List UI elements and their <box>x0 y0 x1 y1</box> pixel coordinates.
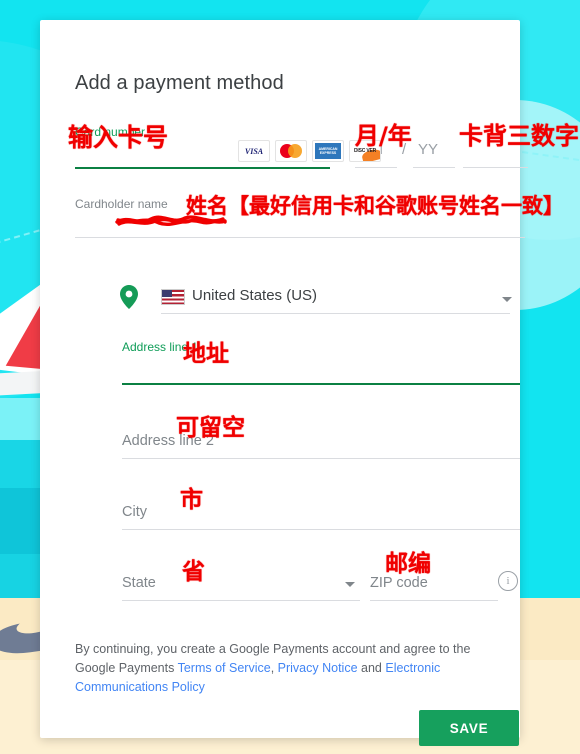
country-underline <box>161 313 510 314</box>
legal-sep1: , <box>270 661 278 675</box>
annotation-expiry: 月/年 <box>355 122 412 150</box>
chevron-down-icon[interactable] <box>502 297 512 302</box>
mastercard-icon <box>275 140 307 162</box>
save-button[interactable]: SAVE <box>419 710 519 746</box>
expiry-year-input[interactable]: YY <box>418 141 438 159</box>
annotation-state: 省 <box>182 559 205 585</box>
annotation-card-number: 输入卡号 <box>68 123 169 152</box>
annotation-address-line2: 可留空 <box>176 415 245 441</box>
legal-text: By continuing, you create a Google Payme… <box>75 640 490 697</box>
us-flag-icon <box>161 289 185 305</box>
annotation-zip: 邮编 <box>385 551 431 577</box>
state-chevron-down-icon[interactable] <box>345 582 355 587</box>
annotation-cvc: 卡背三数字 <box>459 122 579 150</box>
zip-underline <box>370 600 498 601</box>
cardholder-name-underline <box>75 237 525 238</box>
card-number-underline <box>75 167 330 169</box>
visa-icon: VISA <box>238 140 270 162</box>
address-line1-underline <box>122 383 520 385</box>
city-underline <box>122 529 520 530</box>
legal-sep2: and <box>357 661 386 675</box>
country-select-value[interactable]: United States (US) <box>192 287 317 304</box>
cardholder-name-label: Cardholder name <box>75 197 168 211</box>
info-icon[interactable]: i <box>498 571 518 591</box>
location-pin-icon <box>120 285 138 309</box>
state-underline <box>122 600 360 601</box>
expiry-year-placeholder: YY <box>418 141 439 158</box>
annotation-city: 市 <box>180 487 203 513</box>
expiry-year-underline <box>413 167 455 168</box>
address-line1-input[interactable] <box>122 354 520 380</box>
privacy-notice-link[interactable]: Privacy Notice <box>278 661 358 675</box>
expiry-month-underline <box>355 167 397 168</box>
cvc-underline <box>463 167 528 168</box>
page-title: Add a payment method <box>75 72 284 94</box>
terms-of-service-link[interactable]: Terms of Service <box>178 661 271 675</box>
state-select[interactable] <box>122 572 362 598</box>
annotation-address-line1: 地址 <box>183 341 229 367</box>
annotation-cardholder: 姓名【最好信用卡和谷歌账号姓名一致】 <box>186 194 564 218</box>
amex-icon: AMERICAN EXPRESS <box>312 140 344 162</box>
address-line2-underline <box>122 458 520 459</box>
